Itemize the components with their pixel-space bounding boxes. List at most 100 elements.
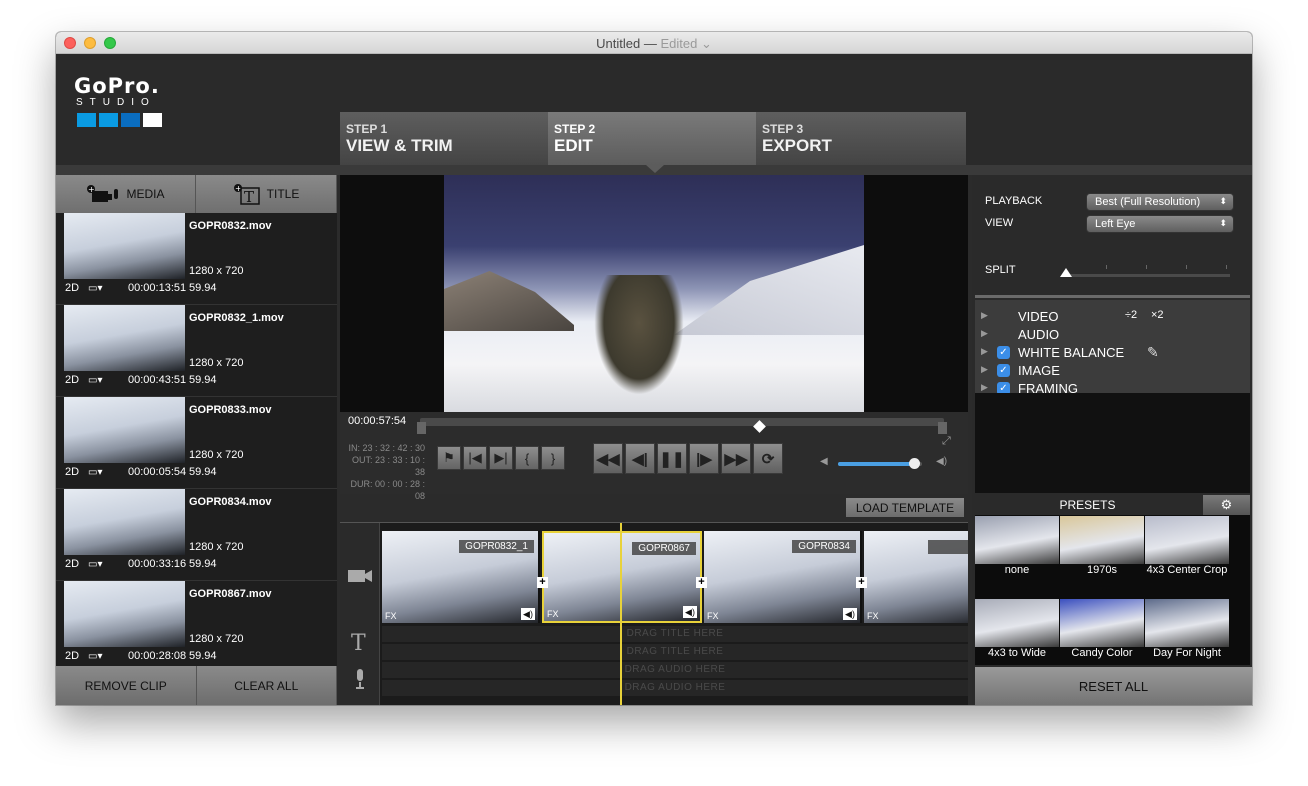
split-tick — [1226, 265, 1227, 269]
speaker-icon[interactable]: ◀) — [521, 608, 535, 620]
rewind-button[interactable]: ◀◀ — [593, 443, 623, 474]
mountain-right — [674, 245, 864, 335]
clip-fx[interactable]: FX — [707, 611, 719, 621]
disclosure-triangle-icon[interactable]: ▶ — [981, 346, 988, 357]
step-forward-icon: |▶ — [696, 450, 712, 468]
add-media-button[interactable]: + MEDIA — [56, 175, 196, 213]
split-slider[interactable] — [1066, 274, 1230, 277]
clip-item[interactable]: GOPR0834.mov 1280 x 720 2D ▭▾ 00:00:33:16 59.… — [56, 489, 337, 581]
clip-duration: 00:00:05:54 — [128, 466, 187, 478]
clip-item[interactable]: GOPR0867.mov 1280 x 720 2D ▭▾ 00:00:28:08 59.… — [56, 581, 337, 673]
set-out-button[interactable]: } — [541, 446, 565, 470]
loop-button[interactable]: ⟳ — [753, 443, 783, 474]
presets-settings-button[interactable]: ⚙ — [1203, 495, 1250, 515]
preset-item[interactable]: none — [975, 516, 1059, 590]
clip-resolution: 1280 x 720 — [189, 265, 244, 277]
speaker-icon[interactable]: ◀) — [683, 606, 697, 618]
remove-clip-button[interactable]: REMOVE CLIP — [56, 666, 197, 705]
window-title: Untitled — Edited ⌄ — [56, 36, 1252, 52]
presets-grid: none 1970s 4x3 Center Crop 4x3 to Wide Candy… — [975, 515, 1250, 665]
preset-item[interactable]: Candy Color — [1060, 599, 1144, 673]
reset-all-button[interactable]: RESET ALL — [975, 667, 1252, 705]
fast-forward-button[interactable]: ▶▶ — [721, 443, 751, 474]
step-forward-button[interactable]: |▶ — [689, 443, 719, 474]
timeline-playhead[interactable] — [620, 523, 622, 705]
timeline-clip[interactable]: GOPR0832_1 FX ◀) — [382, 531, 540, 623]
fullscreen-icon[interactable]: ⤢ — [942, 435, 951, 448]
scrub-track[interactable] — [417, 418, 947, 434]
clip-item[interactable]: GOPR0832.mov 1280 x 720 2D ▭▾ 00:00:13:51 59.… — [56, 213, 337, 305]
clip-resolution: 1280 x 720 — [189, 357, 244, 369]
checkbox-checked-icon[interactable]: ✓ — [997, 364, 1010, 377]
fx-row-image[interactable]: ▶ ✓ IMAGE — [975, 362, 1250, 380]
split-tick — [1186, 265, 1187, 269]
fx-row-white-balance[interactable]: ▶ ✓ WHITE BALANCE ✎ — [975, 344, 1250, 362]
add-transition-button[interactable]: + — [696, 577, 707, 588]
tab-step-3[interactable]: STEP 3 EXPORT — [756, 112, 966, 165]
audio-drop-zone[interactable]: DRAG AUDIO HERE — [382, 662, 968, 678]
go-to-in-button[interactable]: |◀ — [463, 446, 487, 470]
add-media-icon: + — [87, 185, 119, 202]
playback-select[interactable]: Best (Full Resolution) ⬍ — [1086, 193, 1234, 211]
title-drop-zone[interactable]: DRAG TITLE HERE — [382, 626, 968, 642]
tab-step-2[interactable]: STEP 2 EDIT — [548, 112, 756, 165]
timeline: T GOPR0832_1 FX ◀) GOPR0867 FX ◀) GOPR08… — [340, 522, 968, 705]
projector-icon: ▭▾ — [88, 559, 103, 570]
clip-item[interactable]: GOPR0832_1.mov 1280 x 720 2D ▭▾ 00:00:43:51 5… — [56, 305, 337, 397]
step-back-icon: ◀| — [632, 450, 648, 468]
step-number: STEP 1 — [346, 122, 388, 136]
pause-button[interactable]: ❚❚ — [657, 443, 687, 474]
in-marker[interactable] — [417, 422, 426, 434]
disclosure-triangle-icon[interactable]: ▶ — [981, 310, 988, 321]
clip-item[interactable]: GOPR0833.mov 1280 x 720 2D ▭▾ 00:00:05:54 59.… — [56, 397, 337, 489]
volume-slider[interactable] — [838, 458, 922, 469]
disclosure-triangle-icon[interactable]: ▶ — [981, 382, 988, 393]
clip-fx[interactable]: FX — [385, 611, 397, 621]
step-back-button[interactable]: ◀| — [625, 443, 655, 474]
disclosure-triangle-icon[interactable]: ▶ — [981, 364, 988, 375]
scrub-playhead[interactable] — [753, 420, 766, 433]
projector-icon: ▭▾ — [88, 283, 103, 294]
clip-label — [928, 540, 968, 554]
app-window: Untitled — Edited ⌄ GoPro. STUDIO STEP 1… — [56, 32, 1252, 705]
logo-squares — [77, 113, 162, 127]
clear-all-button[interactable]: CLEAR ALL — [196, 666, 337, 705]
load-template-button[interactable]: LOAD TEMPLATE — [846, 498, 964, 517]
fx-row-video[interactable]: ▶ VIDEO ÷2 ×2 — [975, 308, 1250, 326]
audio-drop-zone[interactable]: DRAG AUDIO HERE — [382, 680, 968, 696]
set-in-button[interactable]: { — [515, 446, 539, 470]
edited-indicator[interactable]: Edited ⌄ — [660, 36, 711, 51]
clip-fx[interactable]: FX — [867, 611, 879, 621]
split-knob[interactable] — [1060, 268, 1072, 277]
step-label: EXPORT — [762, 136, 832, 155]
speed-half-button[interactable]: ÷2 — [1125, 309, 1137, 321]
checkbox-checked-icon[interactable]: ✓ — [997, 346, 1010, 359]
mark-tag-button[interactable]: ⚑ — [437, 446, 461, 470]
clip-name: GOPR0867.mov — [189, 588, 272, 600]
preset-item[interactable]: Day For Night — [1145, 599, 1229, 673]
timeline-clip[interactable]: GOPR0834 FX ◀) — [704, 531, 862, 623]
timeline-clip-selected[interactable]: GOPR0867 FX ◀) — [542, 531, 702, 623]
add-transition-button[interactable]: + — [856, 577, 867, 588]
document-name: Untitled — [596, 36, 641, 51]
speaker-icon[interactable]: ◀) — [843, 608, 857, 620]
title-bar: Untitled — Edited ⌄ — [56, 32, 1252, 54]
timeline-clip[interactable]: FX — [864, 531, 968, 623]
preset-item[interactable]: 1970s — [1060, 516, 1144, 590]
title-drop-zone[interactable]: DRAG TITLE HERE — [382, 644, 968, 660]
go-to-out-button[interactable]: ▶| — [489, 446, 513, 470]
out-marker[interactable] — [938, 422, 947, 434]
volume-knob[interactable] — [908, 458, 920, 469]
fx-row-audio[interactable]: ▶ AUDIO — [975, 326, 1250, 344]
clip-fx[interactable]: FX — [547, 609, 559, 619]
eyedropper-icon[interactable]: ✎ — [1147, 344, 1159, 361]
add-transition-button[interactable]: + — [537, 577, 548, 588]
view-select[interactable]: Left Eye ⬍ — [1086, 215, 1234, 233]
speed-double-button[interactable]: ×2 — [1151, 309, 1164, 321]
add-title-button[interactable]: + T TITLE — [196, 175, 337, 213]
clip-dimension: 2D — [65, 558, 80, 570]
preset-item[interactable]: 4x3 to Wide — [975, 599, 1059, 673]
preset-item[interactable]: 4x3 Center Crop — [1145, 516, 1229, 590]
tab-step-1[interactable]: STEP 1 VIEW & TRIM — [340, 112, 548, 165]
disclosure-triangle-icon[interactable]: ▶ — [981, 328, 988, 339]
